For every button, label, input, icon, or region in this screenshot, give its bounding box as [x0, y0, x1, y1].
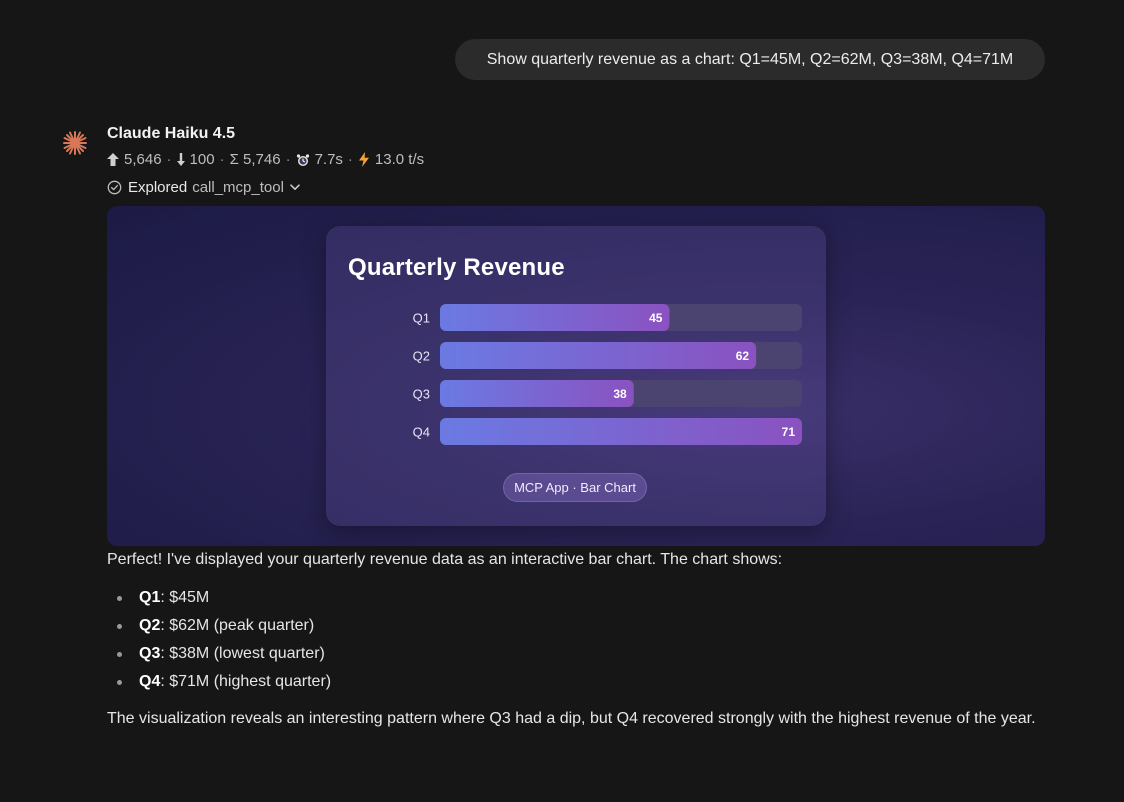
bar-q1[interactable]: [440, 304, 670, 331]
chart-card: Quarterly Revenue Q1 45 Q2 62 Q3 38 Q4 71 MCP A…: [326, 226, 826, 526]
input-tokens-value: 5,646: [124, 151, 162, 168]
category-label: Q2: [413, 349, 430, 364]
bullet-text: : $71M (highest quarter): [160, 673, 332, 690]
response-bullet-list: Q1: $45M Q2: $62M (peak quarter) Q3: $38…: [107, 584, 331, 696]
arrow-down-icon: [176, 153, 185, 166]
user-message-text: Show quarterly revenue as a chart: Q1=45…: [486, 50, 1014, 68]
time-value: 7.7s: [314, 151, 343, 168]
output-tokens-value: 100: [189, 151, 215, 168]
response-outro: The visualization reveals an interesting…: [107, 710, 1036, 727]
bullet-text: : $45M: [160, 589, 210, 606]
chevron-down-icon: [290, 184, 300, 190]
list-item: Q2: $62M (peak quarter): [107, 612, 331, 640]
list-item: Q4: $71M (highest quarter): [107, 668, 331, 696]
list-item: Q3: $38M (lowest quarter): [107, 640, 331, 668]
lightning-icon: [358, 152, 369, 167]
bullet-label: Q1: [139, 589, 161, 606]
explored-toggle[interactable]: Explored call_mcp_tool: [107, 179, 300, 196]
check-circle-icon: [107, 180, 122, 195]
bullet-text: : $38M (lowest quarter): [160, 645, 325, 662]
input-tokens-stat: 5,646: [107, 151, 162, 168]
response-intro: Perfect! I've displayed your quarterly r…: [107, 551, 783, 568]
speed-stat: 13.0 t/s: [358, 151, 424, 168]
alarm-clock-icon: [296, 153, 309, 166]
bullet-label: Q4: [139, 673, 161, 690]
explored-tool-name: call_mcp_tool: [192, 179, 284, 196]
speed-value: 13.0 t/s: [374, 151, 425, 168]
bar-q4[interactable]: [440, 418, 802, 445]
bar-q3[interactable]: [440, 380, 634, 407]
arrow-up-icon: [107, 153, 119, 166]
time-stat: 7.7s: [296, 151, 343, 168]
bar-chart: Q1 45 Q2 62 Q3 38 Q4 71: [413, 304, 802, 445]
bullet-label: Q2: [139, 617, 161, 634]
category-label: Q4: [413, 425, 430, 440]
bullet-label: Q3: [139, 645, 161, 662]
bar-value-label: 71: [782, 425, 796, 439]
bar-q2[interactable]: [440, 342, 757, 369]
mcp-app-frame: Quarterly Revenue Q1 45 Q2 62 Q3 38 Q4 71 MCP A…: [107, 206, 1045, 546]
explored-label: Explored: [128, 179, 188, 196]
bar-value-label: 62: [736, 349, 750, 363]
output-tokens-stat: 100: [176, 151, 215, 168]
bullet-text: : $62M (peak quarter): [160, 617, 315, 634]
category-label: Q1: [413, 311, 430, 326]
token-stats: 5,646 · 100 · Σ 5,746 · 7.7s · 13.0 t/s: [107, 151, 424, 168]
model-name: Claude Haiku 4.5: [107, 125, 236, 142]
bar-value-label: 38: [613, 387, 627, 401]
user-message-bubble: Show quarterly revenue as a chart: Q1=45…: [455, 39, 1045, 80]
category-label: Q3: [413, 387, 430, 402]
app-footer-badge: MCP App · Bar Chart: [503, 473, 647, 502]
total-tokens-value: Σ 5,746: [229, 151, 281, 168]
bar-value-label: 45: [649, 311, 663, 325]
total-tokens-stat: Σ 5,746: [230, 151, 281, 168]
claude-starburst-icon: [63, 131, 87, 155]
list-item: Q1: $45M: [107, 584, 331, 612]
